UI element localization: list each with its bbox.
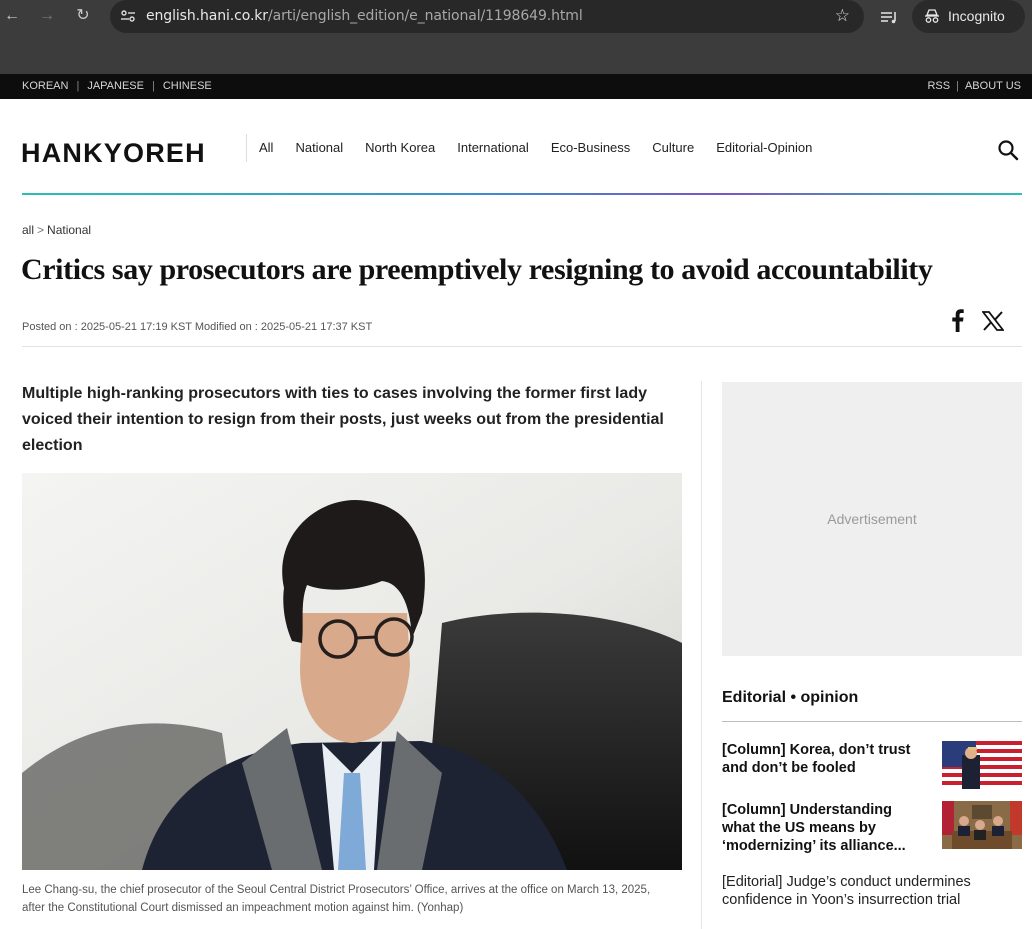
incognito-icon: [925, 9, 939, 23]
url-path: /arti/english_edition/e_national/1198649…: [267, 8, 583, 24]
breadcrumb: all > National: [22, 223, 91, 237]
browser-toolbar: ← → ↻ english.hani.co.kr/arti/english_ed…: [0, 0, 1032, 74]
sidebar-story-title[interactable]: [Column] Korea, don’t trust and don’t be…: [722, 741, 927, 777]
bookmark-star-icon[interactable]: ☆: [835, 6, 850, 26]
article-photo: [22, 473, 682, 870]
nav-item-culture[interactable]: Culture: [652, 140, 694, 155]
lang-link-korean[interactable]: KOREAN: [22, 80, 68, 92]
reload-button[interactable]: ↻: [72, 5, 94, 27]
sidebar-divider: [722, 721, 1022, 722]
advertisement-label: Advertisement: [827, 511, 917, 527]
search-icon[interactable]: [997, 139, 1019, 161]
photo-caption: Lee Chang-su, the chief prosecutor of th…: [22, 884, 651, 914]
lang-link-chinese[interactable]: CHINESE: [163, 80, 212, 92]
back-button[interactable]: ←: [1, 5, 23, 27]
site-logo[interactable]: HANKYOREH: [21, 138, 206, 169]
url-text[interactable]: english.hani.co.kr/arti/english_edition/…: [146, 8, 583, 24]
breadcrumb-national[interactable]: National: [47, 223, 91, 237]
nav-item-international[interactable]: International: [457, 140, 529, 155]
separator: |: [76, 80, 80, 92]
utility-links: RSS | ABOUT US: [927, 80, 1021, 92]
header-rule: [22, 193, 1022, 195]
nav-item-eco-business[interactable]: Eco-Business: [551, 140, 630, 155]
incognito-indicator[interactable]: Incognito: [912, 0, 1025, 33]
header-divider: [246, 134, 247, 162]
column-divider: [701, 381, 702, 929]
sidebar-heading[interactable]: Editorial • opinion: [722, 689, 858, 707]
nav-item-national[interactable]: National: [295, 140, 343, 155]
address-bar[interactable]: english.hani.co.kr/arti/english_edition/…: [110, 0, 864, 33]
meeting-thumbnail-image: [942, 801, 1022, 849]
site-settings-icon[interactable]: [120, 8, 136, 24]
article-headline: Critics say prosecutors are preemptively…: [21, 253, 933, 286]
nav-item-all[interactable]: All: [259, 140, 273, 155]
sidebar-story-title[interactable]: [Editorial] Judge’s conduct undermines c…: [722, 873, 1022, 909]
sidebar-story-thumbnail[interactable]: [942, 801, 1022, 849]
language-links: KOREAN | JAPANESE | CHINESE: [22, 80, 212, 92]
rss-link[interactable]: RSS: [927, 80, 950, 92]
forward-button[interactable]: →: [36, 5, 58, 27]
nav-item-north-korea[interactable]: North Korea: [365, 140, 435, 155]
flag-thumbnail-image: [942, 741, 1022, 789]
article-subhead: Multiple high-ranking prosecutors with t…: [22, 385, 664, 454]
main-nav: All National North Korea International E…: [259, 140, 834, 155]
separator: |: [956, 80, 959, 92]
about-us-link[interactable]: ABOUT US: [965, 80, 1021, 92]
x-share-icon[interactable]: [982, 311, 1004, 331]
incognito-label: Incognito: [948, 8, 1005, 24]
breadcrumb-separator: >: [37, 223, 45, 237]
lang-link-japanese[interactable]: JAPANESE: [87, 80, 144, 92]
advertisement-slot[interactable]: Advertisement: [722, 382, 1022, 656]
language-bar: KOREAN | JAPANESE | CHINESE RSS | ABOUT US: [0, 74, 1032, 99]
nav-item-editorial-opinion[interactable]: Editorial-Opinion: [716, 140, 812, 155]
meta-divider: [22, 346, 1022, 347]
sidebar-story-thumbnail[interactable]: [942, 741, 1022, 789]
prosecutor-photo: [22, 473, 682, 870]
separator: |: [151, 80, 155, 92]
sidebar-story-title[interactable]: [Column] Understanding what the US means…: [722, 801, 927, 855]
media-controls-icon[interactable]: [878, 6, 900, 28]
breadcrumb-all[interactable]: all: [22, 223, 34, 237]
facebook-share-icon[interactable]: [948, 308, 966, 332]
article-dates: Posted on : 2025-05-21 17:19 KST Modifie…: [22, 321, 373, 333]
url-host: english.hani.co.kr: [146, 8, 268, 24]
